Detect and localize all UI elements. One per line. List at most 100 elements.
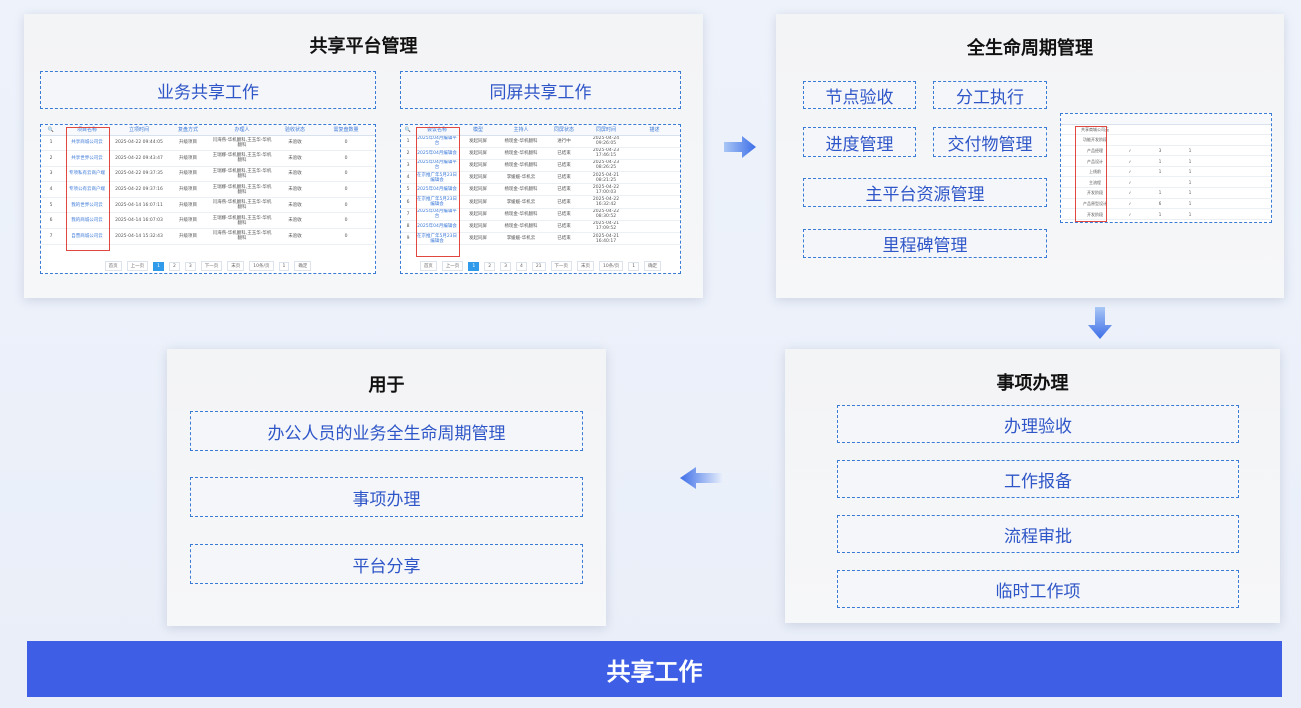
matters-panel: 事项办理 办理验收 工作报备 流程审批 临时工作项 <box>785 349 1280 623</box>
table-cell: 1 <box>1145 155 1175 167</box>
table-cell: 闫海燕-华机翻科,王玉华-华机翻科 <box>211 197 273 214</box>
pager-item[interactable]: 1 <box>468 261 480 271</box>
table-cell: 杨现金-华机翻科 <box>497 183 545 197</box>
business-share-table: 🔍 项目名称 立项时间 复盘方式 办理人 验收状态 需复盘数量 1 共享商城公司云 2025-0… <box>40 124 376 274</box>
pager-item[interactable]: 末页 <box>227 261 245 271</box>
pager-item[interactable]: 上一页 <box>126 261 149 271</box>
table-cell: 1 <box>1175 198 1205 210</box>
main-platform-resource-box: 主平台资源管理 <box>803 178 1047 207</box>
arrow-left-icon <box>680 467 722 489</box>
table-header-cell: 办理人 <box>211 125 273 136</box>
table-cell: 1 <box>1175 166 1205 178</box>
pager-item[interactable]: 21 <box>531 261 546 271</box>
table-cell: 闫海燕-华机翻科,王玉华-华机翻科 <box>211 135 273 152</box>
table-cell: 1 <box>1175 176 1205 189</box>
pager-item[interactable]: 1 <box>278 261 290 271</box>
table-cell: 李媛媛-华机云 <box>497 171 545 185</box>
pager-item[interactable]: 下一页 <box>550 261 573 271</box>
table-cell <box>629 159 680 173</box>
table-pagination: 首页 上一页 1 2 3 下一页 末页 10条/页 1 确定 <box>41 261 375 271</box>
pager-item[interactable]: 3 <box>184 261 196 271</box>
task-column-highlight <box>1075 126 1107 222</box>
shared-platform-title: 共享平台管理 <box>309 36 418 57</box>
table-cell: 2025-04-22 08:30:52 <box>583 208 629 221</box>
table-header-cell: 立项时间 <box>113 125 165 136</box>
pager-item[interactable]: 首页 <box>419 261 437 271</box>
table-cell: 发起同屏 <box>459 159 497 173</box>
table-cell: 6 <box>1145 198 1175 210</box>
table-cell: 未验收 <box>273 212 317 230</box>
business-share-box: 业务共享工作 <box>40 71 376 109</box>
pager-item[interactable]: 确定 <box>294 261 312 271</box>
table-cell <box>629 208 680 221</box>
table-cell: ✓ <box>1115 219 1145 222</box>
pager-item[interactable]: 下一页 <box>200 261 223 271</box>
pager-item[interactable]: 确定 <box>644 261 662 271</box>
table-cell <box>1205 208 1271 220</box>
table-cell <box>1145 219 1175 222</box>
table-cell: 0 <box>317 150 375 167</box>
table-header-cell: 🔍 <box>41 125 61 136</box>
table-cell: 3 <box>41 166 61 183</box>
table-cell <box>1061 134 1075 146</box>
table-cell: 2025-04-22 09:37:16 <box>113 181 165 198</box>
table-cell: 2 <box>41 150 61 167</box>
table-cell: 升级项目 <box>165 150 211 167</box>
table-cell: 未验收 <box>273 135 317 152</box>
table-cell: 2025-04-14 16:07:03 <box>113 212 165 230</box>
pager-item[interactable]: 2 <box>169 261 180 271</box>
table-cell: 2025-04-24 09:26:05 <box>583 135 629 148</box>
lifecycle-title: 全生命周期管理 <box>967 38 1093 59</box>
pager-item[interactable]: 上一页 <box>441 261 464 271</box>
screen-share-table: 🔍 会议名称 模型 主持人 同屏状态 同屏时间 描述 1 2025年04月编辑平台 发起同屏 杨现… <box>400 124 681 274</box>
table-cell: ✓ <box>1115 187 1145 199</box>
pager-item[interactable]: 10条/页 <box>599 261 624 271</box>
pager-item[interactable]: 4 <box>515 261 527 271</box>
table-cell: ✓ <box>1115 155 1145 167</box>
table-cell: 2025-04-22 09:44:05 <box>113 135 165 152</box>
table-header-cell: 模型 <box>459 125 497 136</box>
table-cell <box>629 183 680 197</box>
table-cell: 杨现金-华机翻科 <box>497 135 545 148</box>
pager-item[interactable]: 10条/页 <box>249 261 274 271</box>
table-cell <box>1205 198 1271 210</box>
table-cell <box>629 220 680 234</box>
table-cell: 未验收 <box>273 181 317 198</box>
table-header-cell: 描述 <box>629 125 680 136</box>
table-cell: 5 <box>401 183 415 197</box>
arrow-right-icon <box>724 136 756 158</box>
platform-sharing-box: 平台分享 <box>190 544 583 584</box>
work-filing-box: 工作报备 <box>837 460 1239 498</box>
table-cell: 5 <box>41 197 61 214</box>
table-cell: 2025-04-21 16:40:17 <box>583 232 629 246</box>
pager-item[interactable]: 1 <box>153 261 164 271</box>
table-cell <box>629 171 680 185</box>
table-header-cell: 需复盘数量 <box>317 125 375 136</box>
table-header-cell: 验收状态 <box>273 125 317 136</box>
table-cell: 未验收 <box>273 150 317 167</box>
table-cell: 1 <box>1145 187 1175 199</box>
table-cell <box>1205 219 1271 222</box>
table-cell: 发起同屏 <box>459 232 497 246</box>
table-cell <box>1205 187 1271 199</box>
pager-item[interactable]: 末页 <box>577 261 595 271</box>
table-cell: 杨现金-华机翻科 <box>497 220 545 234</box>
table-cell: 1 <box>1175 208 1205 220</box>
table-cell <box>1115 134 1145 146</box>
table-cell: 已结束 <box>545 220 583 234</box>
table-cell: ✓ <box>1115 176 1145 189</box>
table-cell: 4 <box>401 171 415 185</box>
table-cell: 2025-04-14 16:07:11 <box>113 197 165 214</box>
pager-item[interactable]: 1 <box>628 261 640 271</box>
pager-item[interactable]: 3 <box>500 261 511 271</box>
table-cell: 杨现金-华机翻科 <box>497 208 545 221</box>
table-cell <box>1061 219 1075 222</box>
table-cell: 发起同屏 <box>459 171 497 185</box>
table-pagination-2: 首页 上一页 1 2 3 4 21 下一页 末页 10条/页 1 确定 <box>401 261 680 271</box>
table-cell: 8 <box>401 220 415 234</box>
pager-item[interactable]: 首页 <box>104 261 122 271</box>
pager-item[interactable]: 2 <box>484 261 496 271</box>
table-cell: 1 <box>1175 145 1205 157</box>
table-cell <box>1145 124 1175 136</box>
table-cell: 升级项目 <box>165 181 211 198</box>
